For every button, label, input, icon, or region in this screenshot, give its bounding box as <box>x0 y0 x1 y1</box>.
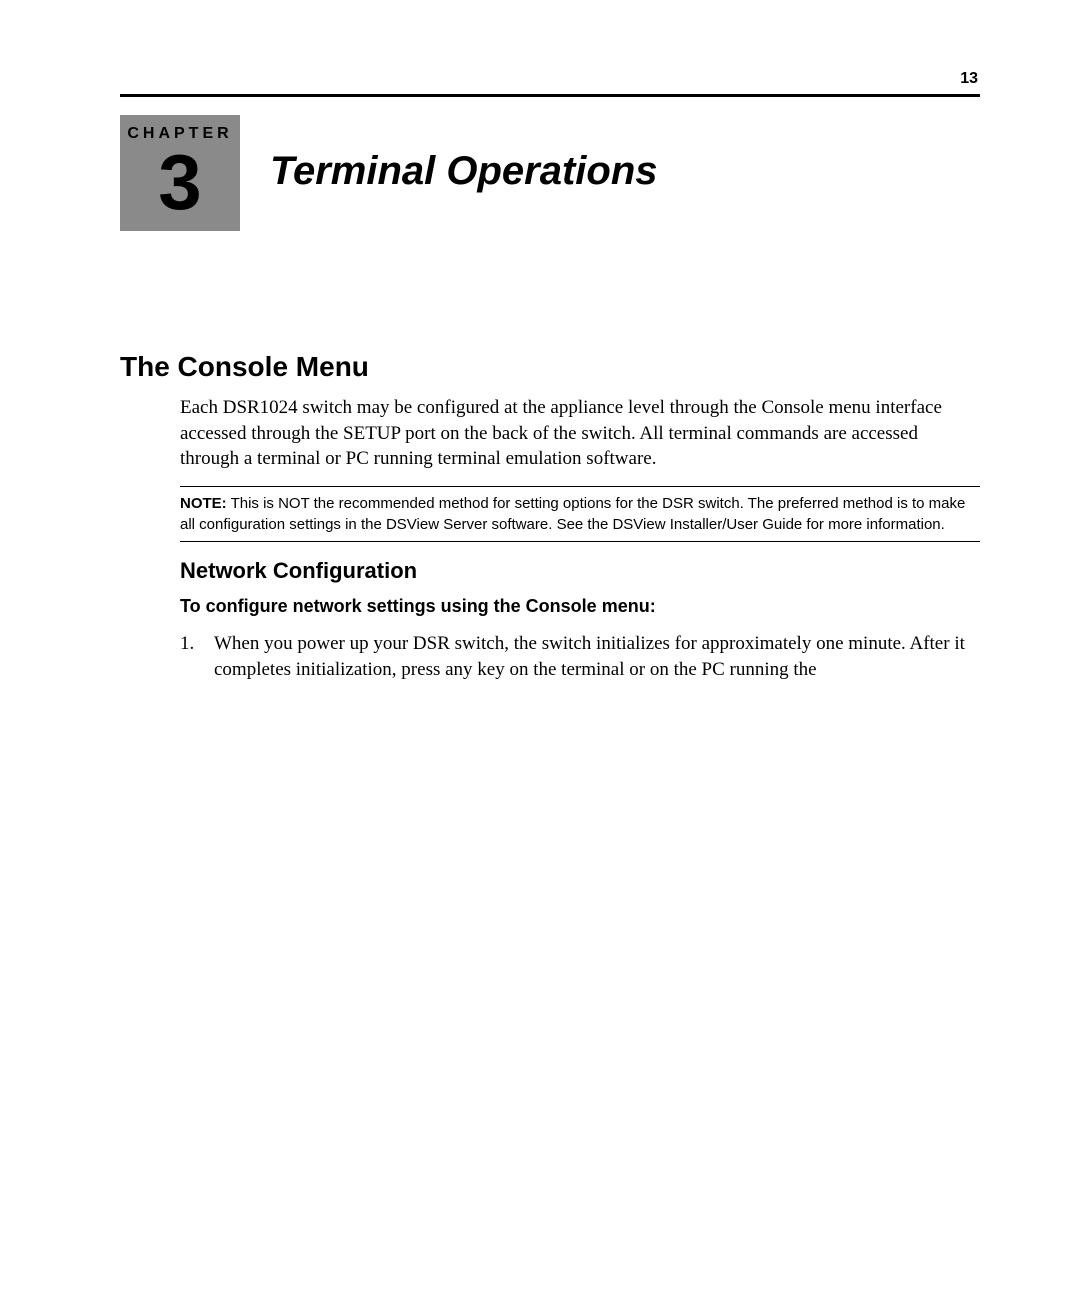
list-item-number: 1. <box>180 631 214 682</box>
chapter-title: Terminal Operations <box>270 115 658 194</box>
procedure-heading: To configure network settings using the … <box>180 596 980 617</box>
chapter-number: 3 <box>120 145 240 219</box>
page-number: 13 <box>120 70 980 88</box>
note-block: NOTE: This is NOT the recommended method… <box>180 493 980 535</box>
list-item-text: When you power up your DSR switch, the s… <box>214 631 980 682</box>
note-body: This is NOT the recommended method for s… <box>180 495 965 533</box>
document-page: 13 CHAPTER 3 Terminal Operations The Con… <box>0 0 1080 732</box>
top-rule <box>120 94 980 97</box>
note-rule-top <box>180 486 980 487</box>
list-item: 1. When you power up your DSR switch, th… <box>180 631 980 682</box>
chapter-box: CHAPTER 3 <box>120 115 240 231</box>
chapter-header: CHAPTER 3 Terminal Operations <box>120 115 980 231</box>
section-heading: The Console Menu <box>120 351 980 383</box>
section-intro: Each DSR1024 switch may be configured at… <box>180 395 980 472</box>
note-label: NOTE: <box>180 495 227 512</box>
note-rule-bottom <box>180 541 980 542</box>
subsection-heading: Network Configuration <box>180 558 980 584</box>
